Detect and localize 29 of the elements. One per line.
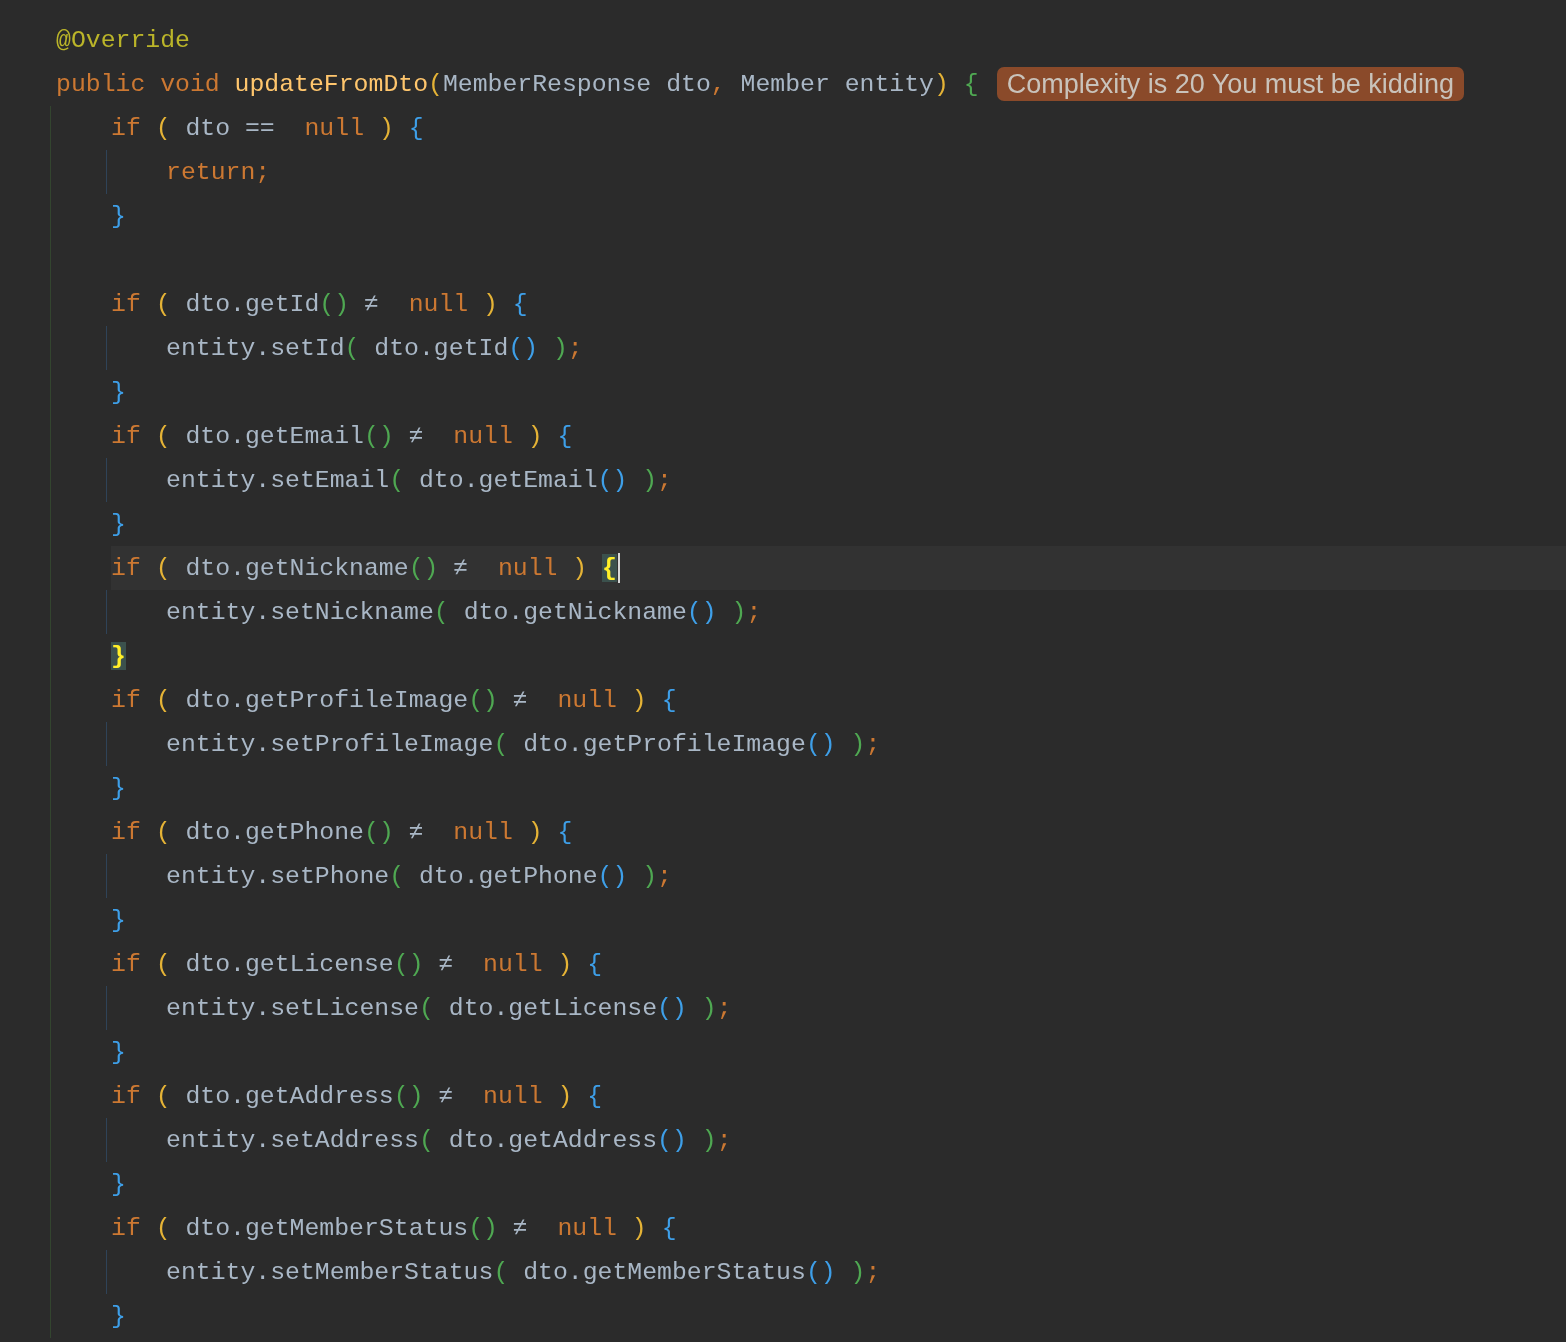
code-line: if ( dto == null ) { [111, 113, 425, 144]
code-line: } [111, 1037, 127, 1068]
text-cursor [618, 553, 620, 583]
code-line: return; [166, 157, 272, 188]
code-line: entity.setPhone( dto.getPhone() ); [166, 861, 673, 892]
code-line: if ( dto.getAddress() ≠ null ) { [111, 1081, 604, 1112]
code-line: entity.setEmail( dto.getEmail() ); [166, 465, 673, 496]
code-line: } [111, 377, 127, 408]
code-line: } [111, 773, 127, 804]
code-line: entity.setNickname( dto.getNickname() ); [166, 597, 763, 628]
code-line: if ( dto.getEmail() ≠ null ) { [111, 421, 574, 452]
code-line: } [111, 1169, 127, 1200]
code-line: public void updateFromDto(MemberResponse dto, Member entity) { Complexity is 20 You must be kidding [56, 62, 1566, 106]
code-line: entity.setAddress( dto.getAddress() ); [166, 1125, 733, 1156]
code-line: entity.setLicense( dto.getLicense() ); [166, 993, 733, 1024]
code-line: if ( dto.getLicense() ≠ null ) { [111, 949, 604, 980]
code-line: if ( dto.getMemberStatus() ≠ null ) { [111, 1213, 678, 1244]
code-line: entity.setMemberStatus( dto.getMemberStatus() ); [166, 1257, 882, 1288]
code-line: entity.setId( dto.getId() ); [166, 333, 584, 364]
code-line: @Override [56, 25, 191, 56]
code-line: } [111, 1301, 127, 1332]
code-line: if ( dto.getProfileImage() ≠ null ) { [111, 685, 678, 716]
code-line: } [111, 905, 127, 936]
code-line: if ( dto.getPhone() ≠ null ) { [111, 817, 574, 848]
code-line: } [111, 201, 127, 232]
code-line: if ( dto.getId() ≠ null ) { [111, 289, 529, 320]
code-line: } [111, 509, 127, 540]
complexity-hint: Complexity is 20 You must be kidding [996, 67, 1464, 101]
code-line: entity.setProfileImage( dto.getProfileImage() ); [166, 729, 882, 760]
